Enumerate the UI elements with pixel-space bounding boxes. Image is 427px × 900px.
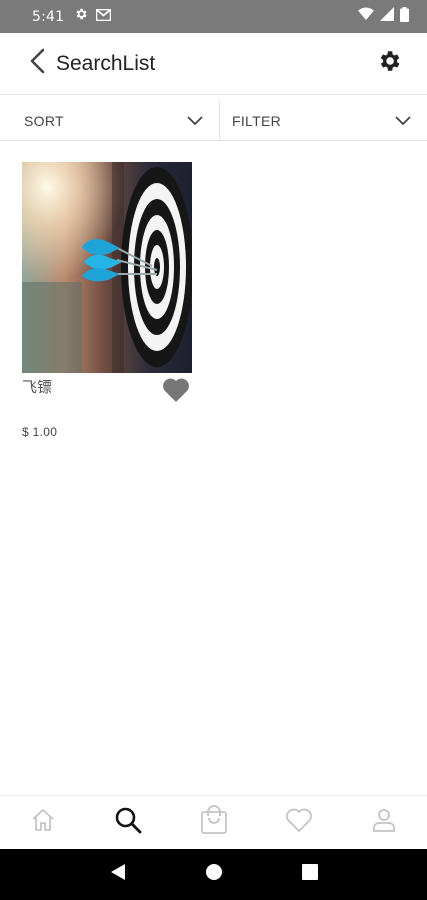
recents-square-icon[interactable] — [301, 864, 318, 885]
wifi-icon — [358, 7, 374, 26]
shopping-bag-icon — [200, 805, 228, 840]
chevron-left-icon — [28, 48, 48, 79]
product-price: $ 1.00 — [22, 425, 58, 439]
sort-label: SORT — [24, 112, 64, 129]
status-bar: 5:41 — [0, 0, 427, 33]
favorite-button[interactable] — [160, 376, 192, 408]
search-icon — [114, 806, 142, 839]
chevron-down-icon — [393, 111, 413, 131]
chevron-down-icon — [185, 111, 205, 131]
product-name: 飞镖 — [22, 378, 53, 396]
nav-search[interactable] — [85, 796, 170, 849]
product-card[interactable]: 飞镖 $ 1.00 — [22, 162, 192, 439]
nav-favorites[interactable] — [256, 796, 341, 849]
signal-icon — [380, 7, 394, 26]
filter-label: FILTER — [232, 112, 281, 129]
home-icon — [30, 807, 56, 838]
page-title: SearchList — [56, 51, 156, 75]
sort-filter-bar: SORT FILTER — [0, 101, 427, 141]
sort-dropdown[interactable]: SORT — [0, 101, 219, 140]
app-bar: SearchList — [0, 33, 427, 95]
profile-icon — [371, 807, 397, 838]
filter-dropdown[interactable]: FILTER — [219, 101, 427, 140]
heart-icon — [162, 377, 190, 408]
back-triangle-icon[interactable] — [110, 863, 126, 886]
nav-profile[interactable] — [342, 796, 427, 849]
nav-cart[interactable] — [171, 796, 256, 849]
heart-icon — [285, 807, 313, 838]
bottom-nav — [0, 795, 427, 849]
back-button[interactable] — [14, 40, 62, 88]
product-image[interactable] — [22, 162, 192, 373]
settings-button[interactable] — [369, 44, 409, 84]
home-circle-icon[interactable] — [205, 863, 223, 886]
gear-icon — [376, 48, 402, 79]
battery-icon — [400, 6, 409, 27]
status-time: 5:41 — [32, 8, 65, 25]
system-nav-bar — [0, 849, 427, 900]
nav-home[interactable] — [0, 796, 85, 849]
gmail-icon — [95, 8, 112, 26]
gear-icon — [74, 7, 88, 26]
